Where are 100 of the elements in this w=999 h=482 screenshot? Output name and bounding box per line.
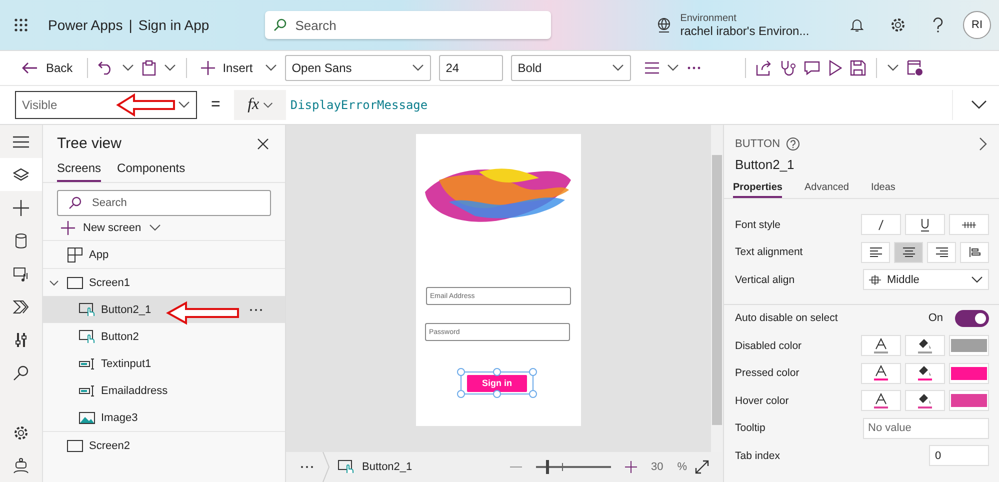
- underline-icon: [920, 218, 930, 232]
- font-weight-dropdown[interactable]: Bold: [510, 55, 631, 81]
- panel-title: Tree view: [57, 135, 122, 152]
- arrow-annotation: [116, 93, 176, 117]
- more-icon[interactable]: [686, 66, 701, 70]
- zoom-in-icon[interactable]: [624, 461, 637, 473]
- tree-item-label[interactable]: App: [89, 248, 109, 260]
- more-icon[interactable]: [300, 465, 314, 469]
- chevron-down-icon[interactable]: [264, 64, 277, 72]
- align-icon[interactable]: [644, 62, 659, 74]
- expand-icon[interactable]: [695, 460, 709, 474]
- search-input[interactable]: Search: [295, 18, 544, 32]
- chevron-down-icon[interactable]: [666, 64, 679, 72]
- property-label: Hover color: [735, 394, 790, 407]
- tab-index-field[interactable]: 0: [929, 445, 989, 466]
- sign-in-button[interactable]: Sign in: [467, 374, 527, 392]
- fill-color-button[interactable]: [905, 335, 945, 356]
- strikethrough-icon: [962, 220, 976, 229]
- tab[interactable]: Screens: [57, 158, 102, 182]
- property-dropdown[interactable]: Visible: [15, 91, 197, 119]
- property-label: Disabled color: [735, 340, 803, 352]
- chevron-down-icon[interactable]: [164, 64, 176, 72]
- color-swatch[interactable]: [949, 390, 989, 412]
- help-icon[interactable]: [786, 137, 800, 151]
- avatar[interactable]: RI: [963, 11, 991, 39]
- chevron-down-icon[interactable]: [886, 64, 899, 72]
- globe-icon: [656, 17, 672, 33]
- equals-sign: =: [211, 96, 220, 114]
- alignment-button[interactable]: [960, 242, 989, 263]
- share-icon[interactable]: [756, 60, 772, 76]
- title-separator: |: [128, 17, 132, 33]
- close-icon[interactable]: [257, 138, 269, 150]
- selected-control-name[interactable]: Button2_1: [362, 461, 412, 473]
- font-dropdown[interactable]: Open Sans: [284, 55, 431, 81]
- text-input-icon: [79, 356, 95, 370]
- screen-icon: [67, 438, 83, 454]
- chevron-down-icon[interactable]: [49, 280, 59, 286]
- search-input[interactable]: Search: [92, 197, 260, 209]
- chevron-down-icon: [178, 101, 190, 109]
- bell-icon[interactable]: [850, 17, 864, 33]
- help-icon[interactable]: [932, 17, 944, 33]
- environment-name[interactable]: rachel irabor's Environ...: [680, 24, 810, 38]
- insert-button[interactable]: Insert: [196, 55, 257, 81]
- screen-icon: [67, 274, 83, 290]
- scrollbar[interactable]: [711, 125, 723, 452]
- save-icon[interactable]: [850, 60, 866, 76]
- chevron-right-icon[interactable]: [979, 137, 987, 151]
- settings-icon[interactable]: [890, 17, 906, 33]
- app-launcher-icon[interactable]: [14, 18, 28, 32]
- chevron-down-icon[interactable]: [122, 64, 134, 72]
- search-field[interactable]: Search: [265, 11, 552, 39]
- chevron-down-icon[interactable]: [971, 100, 987, 110]
- italic-icon: [877, 218, 885, 231]
- stethoscope-icon[interactable]: [780, 60, 796, 76]
- search-icon: [273, 18, 288, 32]
- plus-icon: [61, 221, 75, 235]
- tab[interactable]: Properties: [733, 182, 782, 198]
- tree-item-label[interactable]: Screen1: [89, 276, 130, 288]
- font-size-field[interactable]: 24: [438, 55, 503, 81]
- font-color-icon: [874, 338, 888, 354]
- function-button[interactable]: fx: [234, 90, 286, 120]
- color-swatch[interactable]: [949, 362, 989, 384]
- tab[interactable]: Components: [117, 158, 186, 182]
- underline-button[interactable]: [905, 214, 945, 236]
- selection-frame[interactable]: [457, 368, 537, 398]
- tab[interactable]: Ideas: [870, 182, 896, 198]
- tree-item[interactable]: Button2: [43, 323, 285, 350]
- strikethrough-button[interactable]: [949, 214, 989, 236]
- tree-item[interactable]: Image3: [43, 404, 285, 431]
- slider-thumb[interactable]: [546, 460, 549, 474]
- layers-icon[interactable]: [0, 158, 42, 191]
- color-swatch[interactable]: [949, 335, 989, 356]
- zoom-slider[interactable]: [536, 460, 611, 474]
- clipboard-icon[interactable]: [142, 60, 156, 76]
- vertical-align-dropdown[interactable]: Middle: [863, 269, 989, 290]
- alignment-button[interactable]: [894, 242, 923, 263]
- search-icon: [68, 196, 82, 210]
- tab[interactable]: Advanced: [804, 182, 849, 198]
- toggle-switch[interactable]: [955, 310, 989, 327]
- control-name: Button2_1: [734, 156, 796, 172]
- fill-color-button[interactable]: [905, 362, 945, 384]
- play-icon[interactable]: [828, 60, 842, 76]
- fill-color-button[interactable]: [905, 390, 945, 412]
- more-icon[interactable]: [249, 308, 263, 312]
- back-button[interactable]: Back: [18, 55, 77, 81]
- formula-field[interactable]: DisplayErrorMessage: [286, 90, 953, 120]
- text-color-button[interactable]: [861, 362, 901, 384]
- new-screen-button[interactable]: New screen: [43, 216, 180, 240]
- tooltip-field[interactable]: No value: [863, 418, 989, 439]
- search-field[interactable]: Search: [57, 190, 271, 216]
- tree-item[interactable]: Emailaddress: [43, 377, 285, 404]
- tree-item[interactable]: Textinput1: [43, 350, 285, 377]
- text-color-button[interactable]: [861, 335, 901, 356]
- publish-icon[interactable]: [906, 60, 923, 76]
- tree-item-label[interactable]: Screen2: [89, 440, 130, 452]
- button-control-icon: [79, 302, 95, 316]
- comment-icon[interactable]: [804, 60, 820, 76]
- text-color-button[interactable]: [861, 390, 901, 412]
- alignment-button[interactable]: [861, 242, 890, 263]
- alignment-button[interactable]: [927, 242, 956, 263]
